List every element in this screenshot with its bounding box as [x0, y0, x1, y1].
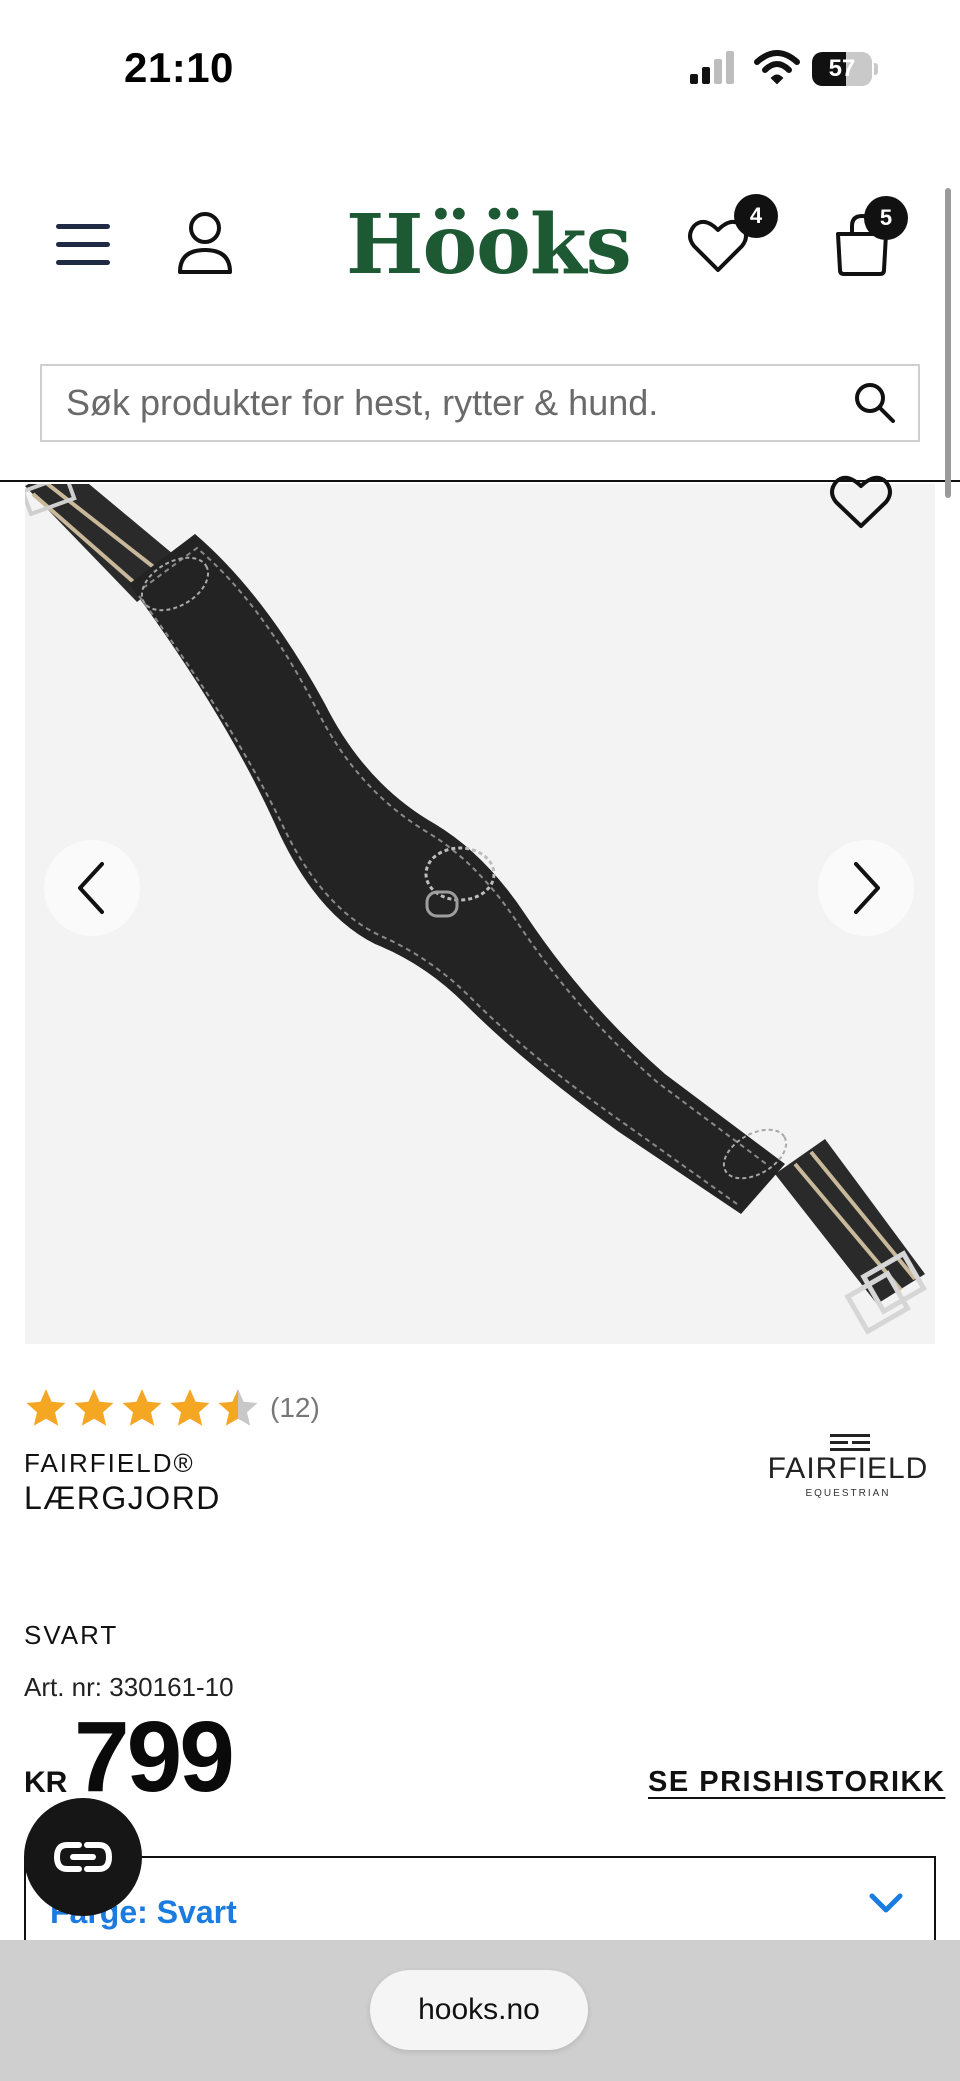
chevron-down-icon	[869, 1893, 903, 1913]
signal-icon	[690, 51, 734, 84]
brand-logo[interactable]: FAIRFIELD EQUESTRIAN	[760, 1432, 936, 1508]
star-icon	[74, 1389, 114, 1426]
star-icon	[26, 1389, 66, 1426]
star-icon	[170, 1389, 210, 1426]
chat-icon	[53, 1842, 113, 1872]
price-currency: KR	[24, 1766, 68, 1799]
brand-logo-mark	[830, 1434, 870, 1451]
price-history-link[interactable]: SE PRISHISTORIKK	[648, 1766, 945, 1799]
product-rating[interactable]: (12)	[24, 1386, 320, 1430]
cart-count-badge: 5	[864, 196, 908, 240]
star-icon	[122, 1389, 162, 1426]
add-to-wishlist-heart-icon[interactable]	[826, 470, 896, 534]
battery-level: 57	[828, 55, 856, 82]
chat-button[interactable]	[24, 1798, 142, 1916]
chevron-right-icon	[854, 862, 880, 914]
search-input[interactable]	[66, 366, 846, 440]
carousel-next-button[interactable]	[818, 840, 914, 936]
wifi-icon	[754, 50, 800, 85]
product-image[interactable]	[25, 484, 935, 1344]
status-time: 21:10	[124, 44, 234, 91]
color-variant-select[interactable]: Farge: Svart	[24, 1856, 936, 1946]
star-icon	[218, 1389, 258, 1426]
carousel-prev-button[interactable]	[44, 840, 140, 936]
search-bar	[40, 364, 920, 442]
brand-logo-word: FAIRFIELD	[767, 1452, 929, 1485]
menu-button[interactable]	[56, 220, 112, 270]
battery-icon: 57	[812, 52, 878, 86]
page-scrollbar[interactable]	[945, 188, 951, 498]
product-color: SVART	[24, 1620, 119, 1650]
address-bar[interactable]: hooks.no	[370, 1970, 588, 2050]
wishlist-count-badge: 4	[734, 194, 778, 238]
chevron-left-icon	[78, 862, 104, 914]
product-price: 799	[74, 1701, 235, 1813]
product-brand: FAIRFIELD®	[24, 1448, 195, 1478]
menu-icon	[56, 224, 110, 229]
product-title: LÆRGJORD	[24, 1480, 221, 1516]
status-bar: 21:10 57	[0, 0, 960, 140]
girth-image	[25, 484, 927, 1335]
user-icon[interactable]	[176, 210, 234, 276]
rating-count: (12)	[270, 1392, 320, 1423]
article-number: Art. nr: 330161-10	[24, 1672, 234, 1702]
brand-logo-sub: EQUESTRIAN	[805, 1488, 891, 1499]
browser-toolbar: hooks.no	[0, 1940, 960, 2081]
search-icon[interactable]	[852, 380, 896, 424]
site-logo[interactable]: Hööks	[346, 195, 632, 295]
